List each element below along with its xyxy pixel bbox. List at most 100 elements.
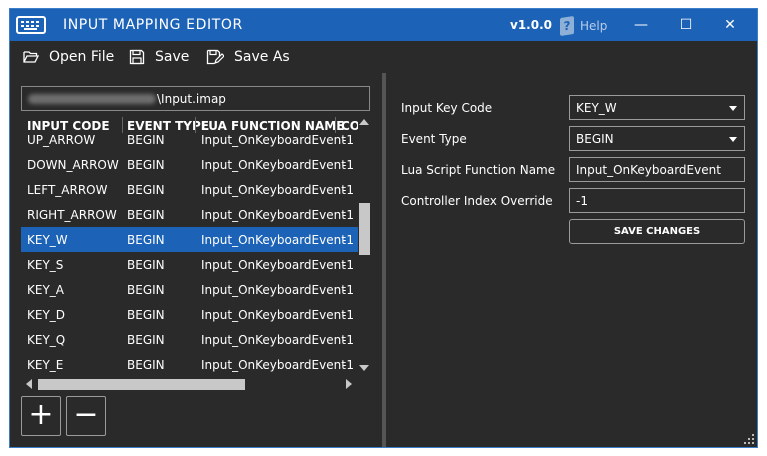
cell-input-code: UP_ARROW [27, 135, 96, 147]
table-row[interactable]: KEY_A BEGIN Input_OnKeyboardEvent -1 [21, 277, 358, 302]
toolbar: Open File Save Save As [10, 41, 757, 73]
cell-controller: -1 [342, 208, 354, 222]
cell-input-code: KEY_A [27, 283, 64, 297]
remove-mapping-button[interactable]: − [66, 396, 106, 436]
event-type-value: BEGIN [576, 132, 614, 146]
controller-index-label: Controller Index Override [401, 194, 553, 208]
open-file-button[interactable]: Open File [23, 47, 114, 67]
input-key-code-select[interactable]: KEY_W [569, 95, 745, 120]
open-file-label: Open File [49, 49, 115, 65]
cell-event-type: BEGIN [127, 233, 165, 247]
cell-lua-function: Input_OnKeyboardEvent [201, 333, 346, 347]
file-path-text: \Input.imap [157, 92, 226, 106]
cell-event-type: BEGIN [127, 358, 165, 372]
cell-controller: -1 [342, 358, 354, 372]
grid-header: INPUT CODE EVENT TYPE LUA FUNCTION NAME … [21, 115, 358, 135]
cell-event-type: BEGIN [127, 258, 165, 272]
lua-function-value: Input_OnKeyboardEvent [576, 163, 721, 177]
cell-input-code: DOWN_ARROW [27, 158, 119, 172]
cell-event-type: BEGIN [127, 183, 165, 197]
scroll-left-arrow-icon[interactable] [26, 379, 32, 389]
help-button[interactable]: ? Help [560, 15, 607, 37]
cell-input-code: KEY_W [27, 233, 68, 247]
table-row[interactable]: LEFT_ARROW BEGIN Input_OnKeyboardEvent -1 [21, 177, 358, 202]
event-type-select[interactable]: BEGIN [569, 126, 745, 151]
lua-function-label: Lua Script Function Name [401, 163, 556, 177]
save-as-icon [206, 49, 224, 65]
cell-lua-function: Input_OnKeyboardEvent [201, 135, 346, 147]
cell-controller: -1 [342, 233, 354, 247]
chevron-down-icon [729, 106, 737, 111]
cell-input-code: KEY_D [27, 308, 66, 322]
close-button[interactable]: ✕ [719, 15, 741, 35]
cell-lua-function: Input_OnKeyboardEvent [201, 358, 346, 372]
save-as-button[interactable]: Save As [206, 47, 290, 67]
cell-controller: -1 [342, 283, 354, 297]
horizontal-scrollbar[interactable] [24, 377, 354, 391]
folder-open-icon [23, 51, 39, 63]
cell-lua-function: Input_OnKeyboardEvent [201, 233, 346, 247]
redacted-path [28, 94, 156, 104]
column-separator[interactable] [122, 117, 123, 133]
controller-index-value: -1 [576, 194, 588, 208]
add-mapping-button[interactable]: + [21, 396, 61, 436]
lua-function-input[interactable]: Input_OnKeyboardEvent [569, 157, 745, 182]
cell-controller: -1 [342, 308, 354, 322]
cell-lua-function: Input_OnKeyboardEvent [201, 308, 346, 322]
title-bar[interactable]: INPUT MAPPING EDITOR v1.0.0 ? Help — ☐ ✕ [10, 9, 757, 41]
cell-controller: -1 [342, 333, 354, 347]
help-label: Help [580, 19, 608, 33]
minimize-button[interactable]: — [630, 15, 652, 35]
save-icon [129, 49, 145, 65]
table-row[interactable]: KEY_Q BEGIN Input_OnKeyboardEvent -1 [21, 327, 358, 352]
vertical-scroll-thumb[interactable] [359, 203, 370, 255]
horizontal-scroll-thumb[interactable] [38, 379, 245, 390]
grid-body: UP_ARROW BEGIN Input_OnKeyboardEvent -1 DOWN… [21, 135, 358, 386]
scroll-right-arrow-icon[interactable] [346, 379, 352, 389]
input-key-code-label: Input Key Code [401, 101, 493, 115]
mapping-detail-panel: Input Key Code KEY_W Event Type BEGIN Lu… [386, 73, 757, 447]
cell-event-type: BEGIN [127, 283, 165, 297]
table-row[interactable]: UP_ARROW BEGIN Input_OnKeyboardEvent -1 [21, 135, 358, 152]
version-label: v1.0.0 [510, 18, 552, 32]
column-separator[interactable] [335, 117, 336, 133]
column-event-type[interactable]: EVENT TYPE [127, 119, 209, 133]
column-separator[interactable] [195, 117, 196, 133]
cell-lua-function: Input_OnKeyboardEvent [201, 158, 346, 172]
save-changes-button[interactable]: SAVE CHANGES [569, 219, 745, 244]
cell-controller: -1 [342, 135, 354, 147]
mapping-list-panel: \Input.imap INPUT CODE EVENT TYPE LUA FU… [10, 73, 382, 447]
vertical-scrollbar[interactable] [358, 117, 371, 371]
cell-input-code: LEFT_ARROW [27, 183, 108, 197]
resize-grip-icon[interactable] [744, 434, 754, 444]
column-input-code[interactable]: INPUT CODE [27, 119, 110, 133]
scroll-up-arrow-icon[interactable] [359, 119, 369, 125]
input-key-code-value: KEY_W [576, 101, 617, 115]
cell-controller: -1 [342, 158, 354, 172]
controller-index-input[interactable]: -1 [569, 188, 745, 213]
cell-event-type: BEGIN [127, 208, 165, 222]
table-row[interactable]: DOWN_ARROW BEGIN Input_OnKeyboardEvent -1 [21, 152, 358, 177]
column-lua-function[interactable]: LUA FUNCTION NAME [201, 119, 344, 133]
cell-input-code: KEY_E [27, 358, 64, 372]
cell-event-type: BEGIN [127, 135, 165, 147]
cell-input-code: KEY_Q [27, 333, 66, 347]
table-row[interactable]: KEY_D BEGIN Input_OnKeyboardEvent -1 [21, 302, 358, 327]
save-label: Save [155, 49, 190, 65]
cell-input-code: RIGHT_ARROW [27, 208, 117, 222]
save-button[interactable]: Save [129, 47, 189, 67]
table-row[interactable]: KEY_E BEGIN Input_OnKeyboardEvent -1 [21, 352, 358, 377]
column-controller[interactable]: CO [341, 119, 358, 133]
table-row[interactable]: KEY_W BEGIN Input_OnKeyboardEvent -1 [21, 227, 358, 252]
cell-lua-function: Input_OnKeyboardEvent [201, 208, 346, 222]
table-row[interactable]: KEY_S BEGIN Input_OnKeyboardEvent -1 [21, 252, 358, 277]
cell-lua-function: Input_OnKeyboardEvent [201, 183, 346, 197]
window-title: INPUT MAPPING EDITOR [63, 17, 243, 33]
cell-event-type: BEGIN [127, 333, 165, 347]
cell-event-type: BEGIN [127, 158, 165, 172]
table-row[interactable]: RIGHT_ARROW BEGIN Input_OnKeyboardEvent -1 [21, 202, 358, 227]
scroll-down-arrow-icon[interactable] [359, 365, 369, 371]
file-path-field[interactable]: \Input.imap [21, 86, 370, 111]
mapping-grid[interactable]: INPUT CODE EVENT TYPE LUA FUNCTION NAME … [21, 115, 358, 386]
maximize-button[interactable]: ☐ [675, 15, 697, 35]
